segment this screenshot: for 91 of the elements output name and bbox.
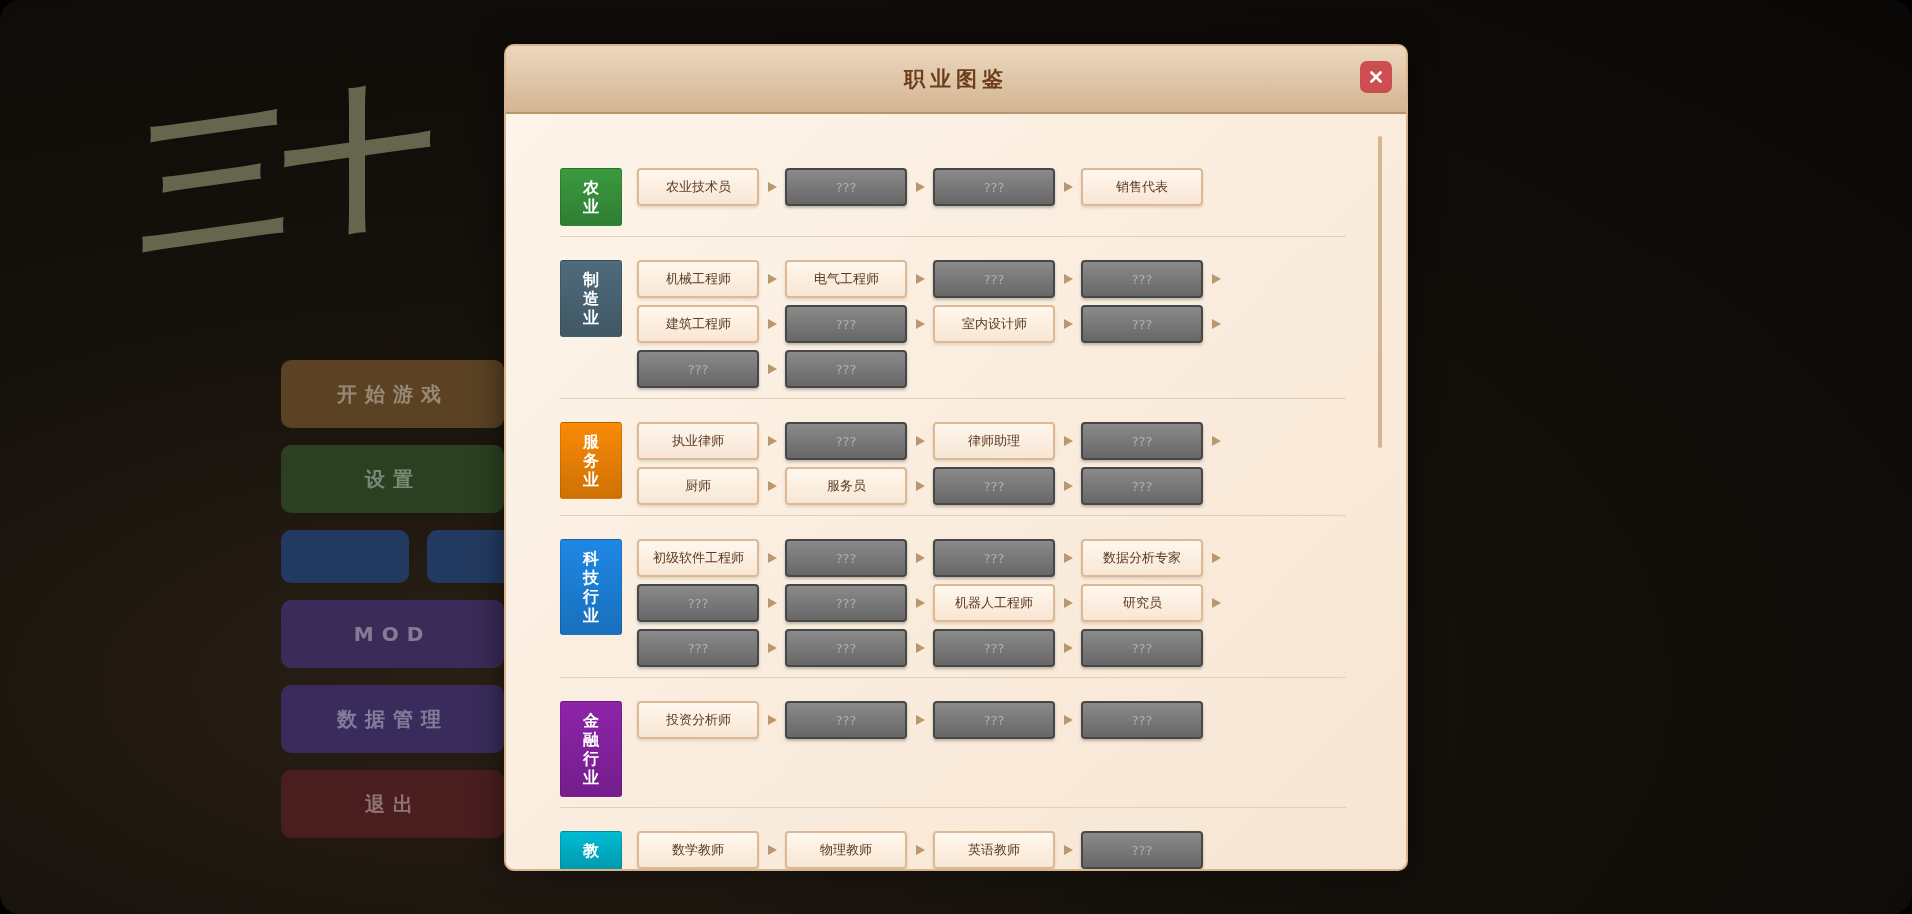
- locked-job-card[interactable]: ???: [933, 467, 1055, 505]
- arrow-icon: [1063, 553, 1073, 563]
- arrow-icon: [1063, 182, 1073, 192]
- locked-job-card[interactable]: ???: [637, 629, 759, 667]
- arrow-icon: [915, 481, 925, 491]
- job-card[interactable]: 研究员: [1081, 584, 1203, 622]
- arrow-icon: [915, 553, 925, 563]
- dialog-title: 职业图鉴: [904, 66, 1008, 93]
- menu-button[interactable]: 数据管理: [281, 685, 504, 753]
- menu-button[interactable]: [427, 530, 504, 583]
- locked-job-card[interactable]: ???: [637, 584, 759, 622]
- category-tag: 教: [560, 831, 622, 869]
- arrow-icon: [767, 319, 777, 329]
- arrow-icon: [767, 364, 777, 374]
- category-tag: 制造业: [560, 260, 622, 337]
- locked-job-card[interactable]: ???: [785, 584, 907, 622]
- arrow-icon: [1063, 845, 1073, 855]
- job-card[interactable]: 数据分析专家: [1081, 539, 1203, 577]
- arrow-icon: [767, 436, 777, 446]
- arrow-icon: [915, 182, 925, 192]
- menu-button[interactable]: MOD: [281, 600, 504, 668]
- arrow-icon: [915, 436, 925, 446]
- locked-job-card[interactable]: ???: [785, 305, 907, 343]
- locked-job-card[interactable]: ???: [1081, 467, 1203, 505]
- locked-job-card[interactable]: ???: [785, 350, 907, 388]
- locked-job-card[interactable]: ???: [785, 539, 907, 577]
- locked-job-card[interactable]: ???: [933, 260, 1055, 298]
- job-card[interactable]: 执业律师: [637, 422, 759, 460]
- arrow-icon: [767, 553, 777, 563]
- locked-job-card[interactable]: ???: [1081, 422, 1203, 460]
- locked-job-card[interactable]: ???: [933, 539, 1055, 577]
- locked-job-card[interactable]: ???: [933, 701, 1055, 739]
- locked-job-card[interactable]: ???: [1081, 305, 1203, 343]
- locked-job-card[interactable]: ???: [785, 629, 907, 667]
- locked-job-card[interactable]: ???: [933, 168, 1055, 206]
- category-tag: 服务业: [560, 422, 622, 499]
- job-card[interactable]: 销售代表: [1081, 168, 1203, 206]
- locked-job-card[interactable]: ???: [785, 701, 907, 739]
- arrow-icon: [915, 319, 925, 329]
- locked-job-card[interactable]: ???: [933, 629, 1055, 667]
- menu-button[interactable]: 设置: [281, 445, 504, 513]
- job-card[interactable]: 建筑工程师: [637, 305, 759, 343]
- job-card[interactable]: 机械工程师: [637, 260, 759, 298]
- arrow-icon: [767, 845, 777, 855]
- job-card[interactable]: 服务员: [785, 467, 907, 505]
- close-button[interactable]: [1360, 61, 1392, 93]
- arrow-icon: [1063, 436, 1073, 446]
- arrow-icon: [767, 481, 777, 491]
- job-card[interactable]: 电气工程师: [785, 260, 907, 298]
- arrow-icon: [1063, 598, 1073, 608]
- job-card[interactable]: 物理教师: [785, 831, 907, 869]
- job-card[interactable]: 初级软件工程师: [637, 539, 759, 577]
- arrow-icon: [1063, 274, 1073, 284]
- arrow-icon: [915, 274, 925, 284]
- locked-job-card[interactable]: ???: [1081, 701, 1203, 739]
- arrow-icon: [915, 643, 925, 653]
- job-card[interactable]: 投资分析师: [637, 701, 759, 739]
- locked-job-card[interactable]: ???: [637, 350, 759, 388]
- category-tag: 农业: [560, 168, 622, 226]
- scrollbar-thumb[interactable]: [1378, 136, 1382, 448]
- locked-job-card[interactable]: ???: [1081, 629, 1203, 667]
- arrow-icon: [915, 715, 925, 725]
- arrow-icon: [767, 274, 777, 284]
- arrow-icon: [1063, 715, 1073, 725]
- arrow-icon: [915, 845, 925, 855]
- arrow-icon: [767, 182, 777, 192]
- locked-job-card[interactable]: ???: [1081, 260, 1203, 298]
- arrow-icon: [915, 598, 925, 608]
- locked-job-card[interactable]: ???: [1081, 831, 1203, 869]
- job-card[interactable]: 厨师: [637, 467, 759, 505]
- menu-button[interactable]: 退出: [281, 770, 504, 838]
- category-tag: 科技行业: [560, 539, 622, 635]
- menu-button[interactable]: [281, 530, 409, 583]
- job-card[interactable]: 机器人工程师: [933, 584, 1055, 622]
- menu-button[interactable]: 开始游戏: [281, 360, 504, 428]
- locked-job-card[interactable]: ???: [785, 422, 907, 460]
- job-card[interactable]: 农业技术员: [637, 168, 759, 206]
- locked-job-card[interactable]: ???: [785, 168, 907, 206]
- job-card[interactable]: 英语教师: [933, 831, 1055, 869]
- arrow-icon: [1063, 319, 1073, 329]
- job-card[interactable]: 律师助理: [933, 422, 1055, 460]
- arrow-icon: [1063, 481, 1073, 491]
- category-tag: 金融行业: [560, 701, 622, 797]
- game-logo: 三十: [140, 74, 428, 266]
- arrow-icon: [767, 598, 777, 608]
- job-card[interactable]: 数学教师: [637, 831, 759, 869]
- arrow-icon: [767, 643, 777, 653]
- job-card[interactable]: 室内设计师: [933, 305, 1055, 343]
- arrow-icon: [1063, 643, 1073, 653]
- close-icon: [1370, 71, 1382, 83]
- arrow-icon: [767, 715, 777, 725]
